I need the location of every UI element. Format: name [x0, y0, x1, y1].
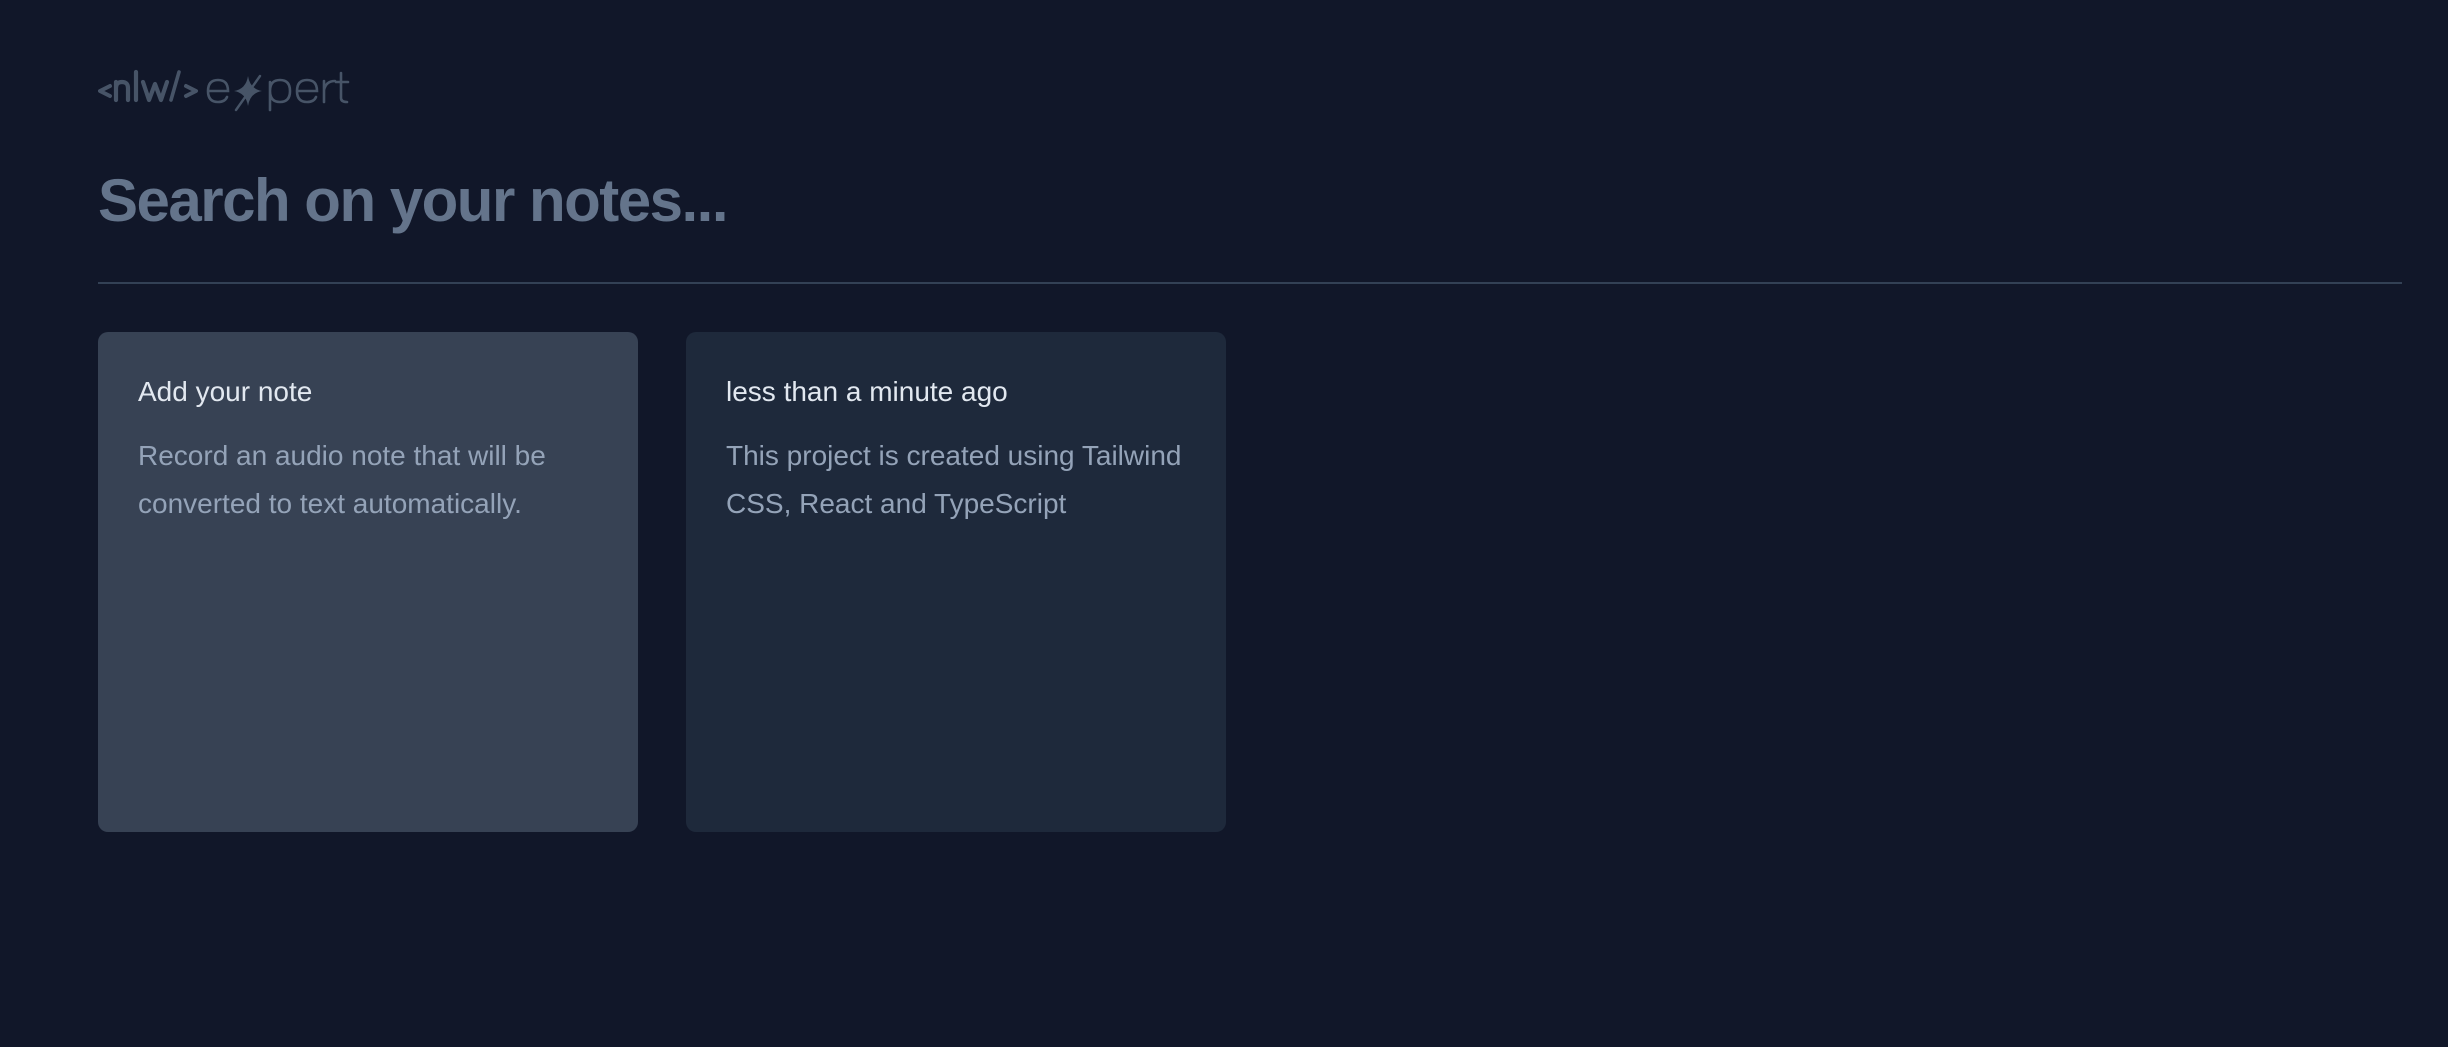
- add-note-title: Add your note: [138, 376, 313, 407]
- note-timestamp: less than a minute ago: [726, 376, 1008, 407]
- search-divider: [98, 282, 2402, 284]
- note-content: This project is created using Tailwind C…: [726, 440, 1182, 520]
- note-card[interactable]: less than a minute ago This project is c…: [686, 332, 1226, 832]
- logo-graphic: [98, 69, 350, 112]
- add-note-description: Record an audio note that will be conver…: [138, 440, 546, 520]
- add-note-card[interactable]: Add your note Record an audio note that …: [98, 332, 638, 832]
- notes-grid: Add your note Record an audio note that …: [98, 332, 1226, 832]
- search-input[interactable]: [98, 160, 2402, 240]
- nlw-expert-logo: [98, 68, 350, 112]
